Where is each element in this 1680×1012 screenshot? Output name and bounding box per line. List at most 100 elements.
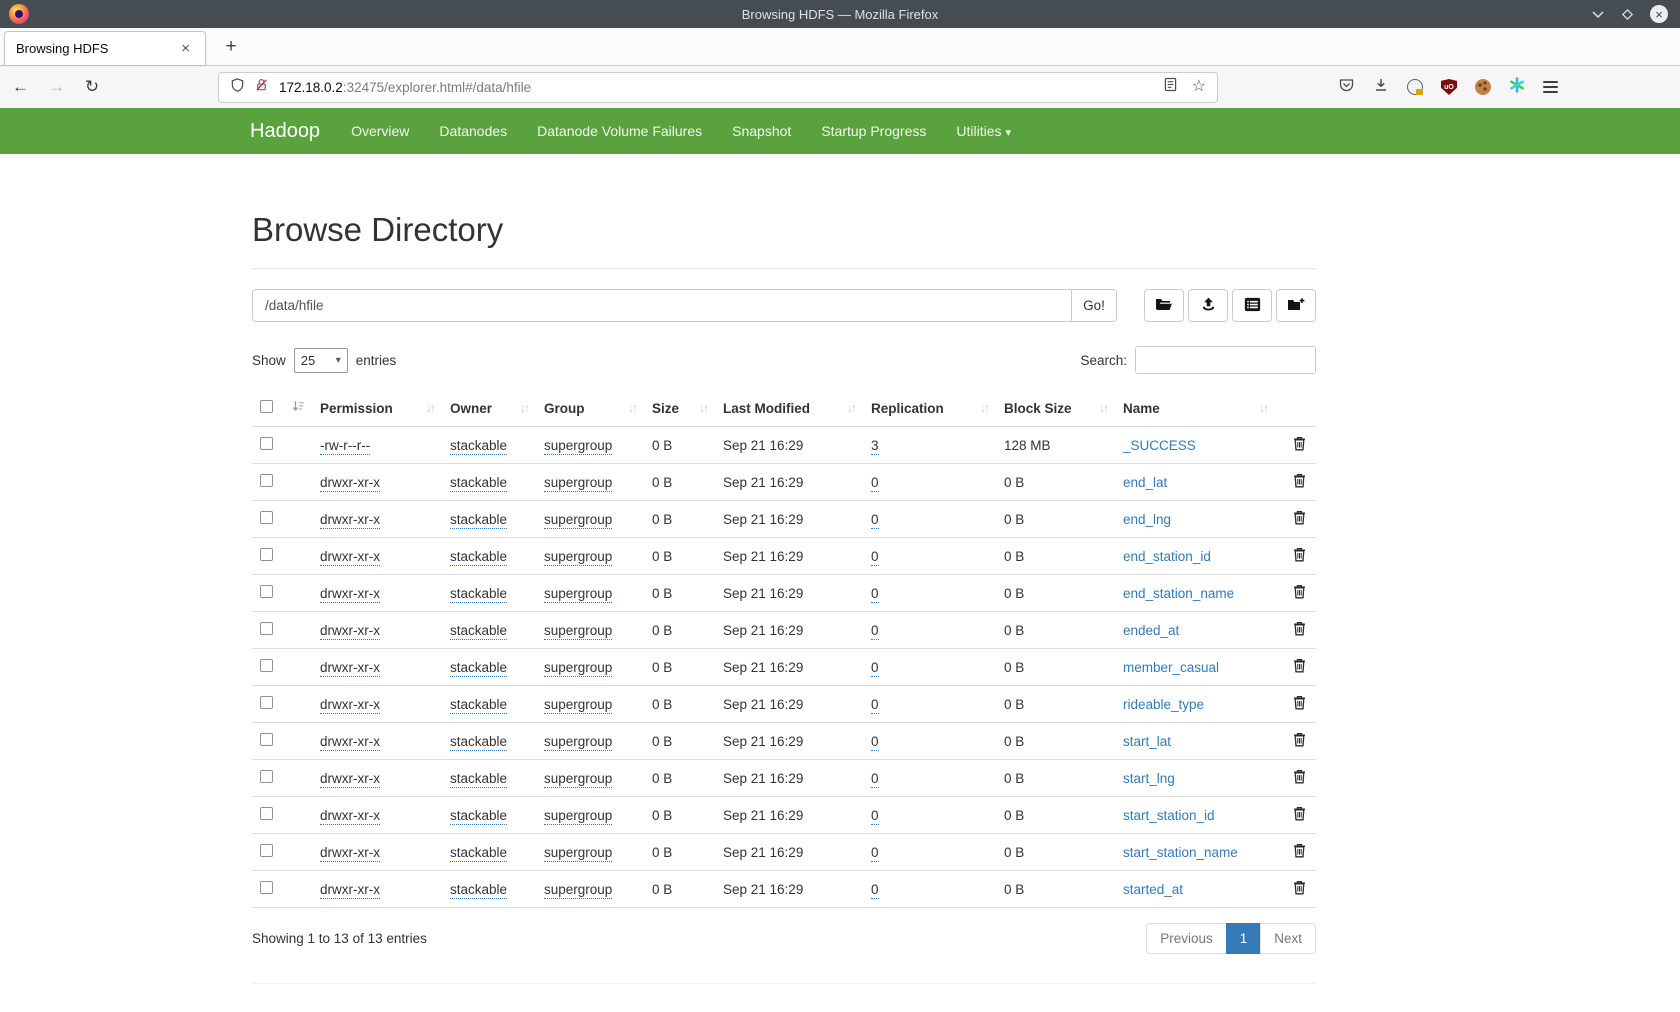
column-size[interactable]: Size↓↑ <box>652 390 723 427</box>
row-checkbox[interactable] <box>260 474 273 487</box>
directory-path-input[interactable] <box>252 289 1072 322</box>
reload-icon[interactable]: ↻ <box>84 77 100 97</box>
replication-value[interactable]: 0 <box>871 882 879 899</box>
group-value[interactable]: supergroup <box>544 586 612 603</box>
file-name-link[interactable]: end_station_id <box>1123 549 1211 564</box>
forward-icon[interactable]: → <box>48 77 64 97</box>
replication-value[interactable]: 0 <box>871 549 879 566</box>
file-name-link[interactable]: end_station_name <box>1123 586 1234 601</box>
permission-value[interactable]: drwxr-xr-x <box>320 512 380 529</box>
file-name-link[interactable]: started_at <box>1123 882 1183 897</box>
trash-icon[interactable] <box>1293 809 1306 824</box>
owner-value[interactable]: stackable <box>450 882 507 899</box>
group-value[interactable]: supergroup <box>544 660 612 677</box>
owner-value[interactable]: stackable <box>450 697 507 714</box>
file-name-link[interactable]: ended_at <box>1123 623 1179 638</box>
permission-value[interactable]: -rw-r--r-- <box>320 438 370 455</box>
permission-value[interactable]: drwxr-xr-x <box>320 586 380 603</box>
minimize-icon[interactable] <box>1591 10 1605 19</box>
file-name-link[interactable]: start_lng <box>1123 771 1175 786</box>
ublock-origin-icon[interactable]: uO <box>1441 79 1457 95</box>
permission-value[interactable]: drwxr-xr-x <box>320 734 380 751</box>
nav-startup-progress[interactable]: Startup Progress <box>806 123 941 139</box>
nav-datanodes[interactable]: Datanodes <box>424 123 522 139</box>
group-value[interactable]: supergroup <box>544 475 612 492</box>
replication-value[interactable]: 0 <box>871 845 879 862</box>
row-checkbox[interactable] <box>260 807 273 820</box>
file-name-link[interactable]: _SUCCESS <box>1123 438 1196 453</box>
replication-value[interactable]: 0 <box>871 660 879 677</box>
owner-value[interactable]: stackable <box>450 586 507 603</box>
privacy-extension-icon[interactable] <box>1407 79 1423 95</box>
replication-value[interactable]: 0 <box>871 808 879 825</box>
trash-icon[interactable] <box>1293 698 1306 713</box>
file-name-link[interactable]: start_station_id <box>1123 808 1215 823</box>
trash-icon[interactable] <box>1293 735 1306 750</box>
group-value[interactable]: supergroup <box>544 697 612 714</box>
column-group[interactable]: Group↓↑ <box>544 390 652 427</box>
owner-value[interactable]: stackable <box>450 771 507 788</box>
open-directory-button[interactable] <box>1144 289 1184 322</box>
trash-icon[interactable] <box>1293 624 1306 639</box>
group-value[interactable]: supergroup <box>544 845 612 862</box>
colorful-extension-icon[interactable] <box>1509 77 1525 98</box>
cookie-extension-icon[interactable] <box>1475 79 1491 95</box>
replication-value[interactable]: 0 <box>871 512 879 529</box>
browser-tab[interactable]: Browsing HDFS × <box>4 31 206 65</box>
column-block-size[interactable]: Block Size↓↑ <box>1004 390 1123 427</box>
replication-value[interactable]: 3 <box>871 438 879 455</box>
trash-icon[interactable] <box>1293 439 1306 454</box>
row-checkbox[interactable] <box>260 770 273 783</box>
hadoop-brand[interactable]: Hadoop <box>250 120 320 143</box>
group-value[interactable]: supergroup <box>544 734 612 751</box>
permission-value[interactable]: drwxr-xr-x <box>320 549 380 566</box>
owner-value[interactable]: stackable <box>450 549 507 566</box>
owner-value[interactable]: stackable <box>450 660 507 677</box>
column-replication[interactable]: Replication↓↑ <box>871 390 1004 427</box>
trash-icon[interactable] <box>1293 772 1306 787</box>
trash-icon[interactable] <box>1293 883 1306 898</box>
permission-value[interactable]: drwxr-xr-x <box>320 882 380 899</box>
select-all-checkbox[interactable] <box>260 400 273 413</box>
downloads-icon[interactable] <box>1373 77 1389 98</box>
url-bar[interactable]: 172.18.0.2:32475/explorer.html#/data/hfi… <box>218 72 1218 103</box>
replication-value[interactable]: 0 <box>871 586 879 603</box>
new-tab-button[interactable]: + <box>216 32 246 62</box>
group-value[interactable]: supergroup <box>544 438 612 455</box>
owner-value[interactable]: stackable <box>450 808 507 825</box>
column-name[interactable]: Name↓↑ <box>1123 390 1283 427</box>
permission-value[interactable]: drwxr-xr-x <box>320 660 380 677</box>
trash-icon[interactable] <box>1293 661 1306 676</box>
permission-value[interactable]: drwxr-xr-x <box>320 771 380 788</box>
trash-icon[interactable] <box>1293 587 1306 602</box>
nav-datanode-volume-failures[interactable]: Datanode Volume Failures <box>522 123 717 139</box>
row-checkbox[interactable] <box>260 511 273 524</box>
menu-icon[interactable] <box>1543 81 1558 93</box>
close-window-icon[interactable]: × <box>1650 5 1668 23</box>
url-text[interactable]: 172.18.0.2:32475/explorer.html#/data/hfi… <box>279 80 1164 95</box>
permission-value[interactable]: drwxr-xr-x <box>320 845 380 862</box>
go-button[interactable]: Go! <box>1072 289 1117 322</box>
group-value[interactable]: supergroup <box>544 882 612 899</box>
file-name-link[interactable]: end_lat <box>1123 475 1167 490</box>
shield-icon[interactable] <box>230 77 245 98</box>
column-last-modified[interactable]: Last Modified↓↑ <box>723 390 871 427</box>
replication-value[interactable]: 0 <box>871 697 879 714</box>
nav-utilities-dropdown[interactable]: Utilities▾ <box>941 123 1026 139</box>
trash-icon[interactable] <box>1293 550 1306 565</box>
permission-value[interactable]: drwxr-xr-x <box>320 623 380 640</box>
bookmark-star-icon[interactable]: ☆ <box>1192 79 1206 95</box>
column-permission[interactable]: Permission↓↑ <box>320 390 450 427</box>
file-name-link[interactable]: member_casual <box>1123 660 1219 675</box>
row-checkbox[interactable] <box>260 622 273 635</box>
entries-per-page-select[interactable]: 25 ▾ <box>294 348 348 373</box>
nav-overview[interactable]: Overview <box>336 123 424 139</box>
file-name-link[interactable]: end_lng <box>1123 512 1171 527</box>
page-1-button[interactable]: 1 <box>1226 923 1262 954</box>
group-value[interactable]: supergroup <box>544 512 612 529</box>
group-value[interactable]: supergroup <box>544 771 612 788</box>
row-checkbox[interactable] <box>260 548 273 561</box>
trash-icon[interactable] <box>1293 513 1306 528</box>
sort-by-attributes-icon[interactable] <box>292 401 305 416</box>
back-icon[interactable]: ← <box>12 77 28 97</box>
